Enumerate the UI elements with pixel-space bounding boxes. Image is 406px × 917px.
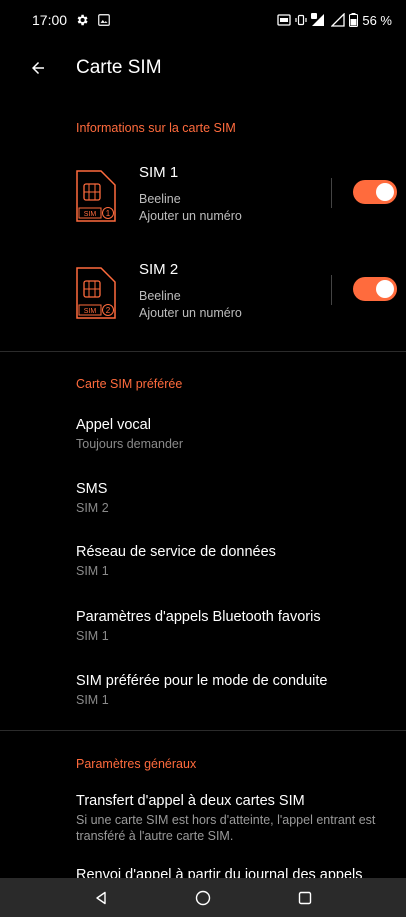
sim-row-1[interactable]: SIM 1 SIM 1 Beeline Ajouter un numéro bbox=[0, 164, 406, 240]
triangle-back-icon bbox=[96, 891, 106, 904]
nav-back-button[interactable] bbox=[81, 883, 121, 913]
sim-badge-index: 1 bbox=[106, 209, 111, 218]
page-title: Carte SIM bbox=[76, 57, 162, 78]
sim-divider bbox=[331, 275, 332, 305]
sim-name: SIM 1 bbox=[139, 164, 179, 181]
pref-description: Si une carte SIM est hors d'atteinte, l'… bbox=[76, 813, 376, 843]
status-left: 17:00 bbox=[32, 12, 111, 28]
sim-divider bbox=[331, 178, 332, 208]
pref-item-driving-mode[interactable]: SIM préférée pour le mode de conduite SI… bbox=[76, 672, 396, 708]
sim-operator: Beeline bbox=[139, 289, 181, 303]
pref-title: SIM préférée pour le mode de conduite bbox=[76, 673, 328, 689]
app-bar: Carte SIM bbox=[0, 46, 406, 90]
pref-title: Paramètres d'appels Bluetooth favoris bbox=[76, 609, 321, 625]
image-icon bbox=[97, 13, 111, 27]
navigation-bar bbox=[0, 878, 406, 917]
section-divider bbox=[0, 351, 406, 352]
gear-icon bbox=[75, 13, 89, 27]
sim-badge-label: SIM bbox=[84, 308, 97, 315]
sim-card-icon: SIM 2 bbox=[76, 267, 116, 324]
section-header-sim-info: Informations sur la carte SIM bbox=[76, 121, 236, 135]
signal-icon-1 bbox=[311, 13, 327, 27]
nav-home-button[interactable] bbox=[183, 883, 223, 913]
pref-item-bluetooth-calls[interactable]: Paramètres d'appels Bluetooth favoris SI… bbox=[76, 608, 396, 644]
pref-item-dual-sim-forwarding[interactable]: Transfert d'appel à deux cartes SIM Si u… bbox=[76, 792, 396, 844]
pref-value: Toujours demander bbox=[76, 437, 184, 451]
pref-title: Transfert d'appel à deux cartes SIM bbox=[76, 793, 305, 809]
sim-badge-index: 2 bbox=[106, 306, 111, 315]
back-button[interactable] bbox=[12, 46, 64, 90]
circle-home-icon bbox=[195, 890, 211, 905]
sim-name: SIM 2 bbox=[139, 261, 179, 278]
sim-add-number[interactable]: Ajouter un numéro bbox=[139, 306, 242, 320]
pref-title: SMS bbox=[76, 481, 108, 497]
status-time: 17:00 bbox=[32, 12, 68, 28]
toggle-knob bbox=[376, 183, 394, 201]
section-divider bbox=[0, 730, 406, 731]
pref-value: SIM 1 bbox=[76, 693, 109, 707]
pref-item-sms[interactable]: SMS SIM 2 bbox=[76, 480, 396, 516]
sim-card-icon: SIM 1 bbox=[76, 170, 116, 227]
pref-item-data-network[interactable]: Réseau de service de données SIM 1 bbox=[76, 543, 396, 579]
pref-title: Réseau de service de données bbox=[76, 544, 276, 560]
pref-value: SIM 2 bbox=[76, 501, 109, 515]
pref-value: SIM 1 bbox=[76, 629, 109, 643]
sim-2-toggle[interactable] bbox=[353, 277, 397, 301]
hd-icon bbox=[277, 14, 292, 26]
status-right: 56 % bbox=[277, 13, 392, 28]
sim-badge-label: SIM bbox=[84, 211, 97, 218]
pref-value: SIM 1 bbox=[76, 564, 109, 578]
sim-1-toggle[interactable] bbox=[353, 180, 397, 204]
battery-icon bbox=[349, 13, 359, 27]
nav-recents-button[interactable] bbox=[285, 883, 325, 913]
arrow-back-icon bbox=[32, 62, 44, 74]
sim-add-number[interactable]: Ajouter un numéro bbox=[139, 209, 242, 223]
toggle-knob bbox=[376, 280, 394, 298]
section-header-preferred: Carte SIM préférée bbox=[76, 377, 183, 391]
signal-icon-2 bbox=[331, 13, 346, 27]
section-header-general: Paramètres généraux bbox=[76, 757, 197, 771]
pref-item-voice-call[interactable]: Appel vocal Toujours demander bbox=[76, 416, 396, 452]
status-bar: 17:00 56 % bbox=[0, 0, 406, 40]
pref-title: Appel vocal bbox=[76, 417, 151, 433]
sim-operator: Beeline bbox=[139, 192, 181, 206]
vibrate-icon bbox=[295, 14, 307, 26]
battery-percent: 56 % bbox=[362, 12, 392, 28]
square-recents-icon bbox=[298, 891, 312, 904]
sim-row-2[interactable]: SIM 2 SIM 2 Beeline Ajouter un numéro bbox=[0, 261, 406, 337]
